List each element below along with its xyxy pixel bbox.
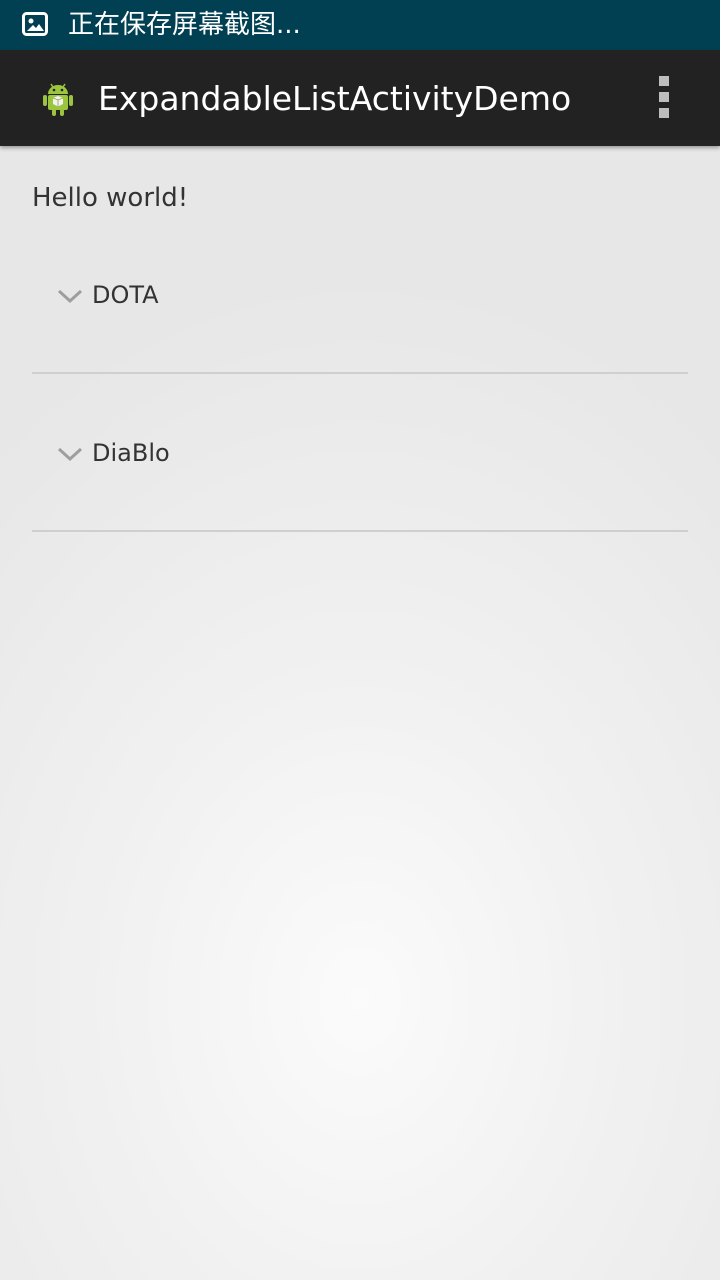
status-notification-text: 正在保存屏幕截图... xyxy=(68,10,301,40)
overflow-menu-icon[interactable] xyxy=(640,72,688,124)
group-label: DOTA xyxy=(92,281,159,309)
list-group-diablo[interactable]: DiaBlo xyxy=(32,376,688,532)
group-label: DiaBlo xyxy=(92,439,170,467)
image-icon xyxy=(22,12,48,36)
status-bar: 正在保存屏幕截图... xyxy=(0,0,720,50)
action-bar: ExpandableListActivityDemo xyxy=(0,50,720,146)
hello-text: Hello world! xyxy=(32,183,189,213)
android-robot-icon[interactable] xyxy=(38,79,78,119)
list-group-dota[interactable]: DOTA xyxy=(32,218,688,374)
app-title: ExpandableListActivityDemo xyxy=(98,79,572,118)
chevron-down-icon xyxy=(57,289,83,304)
chevron-down-icon xyxy=(57,447,83,462)
